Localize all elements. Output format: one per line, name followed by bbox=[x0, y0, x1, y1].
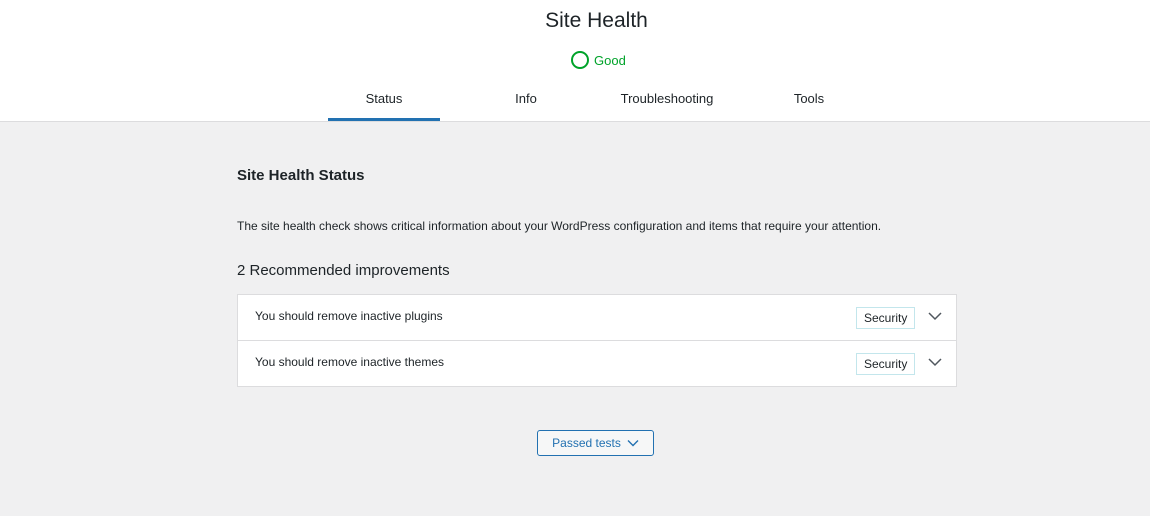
improvements-heading: 2 Recommended improvements bbox=[237, 262, 450, 279]
issue-row-inactive-plugins[interactable]: You should remove inactive plugins Secur… bbox=[238, 295, 956, 341]
tab-status[interactable]: Status bbox=[328, 78, 440, 121]
chevron-down-icon[interactable] bbox=[928, 309, 942, 323]
security-badge: Security bbox=[856, 307, 916, 329]
status-description: The site health check shows critical inf… bbox=[237, 219, 882, 233]
issue-row-inactive-themes[interactable]: You should remove inactive themes Securi… bbox=[238, 341, 956, 386]
security-badge: Security bbox=[856, 353, 916, 375]
passed-tests-button[interactable]: Passed tests bbox=[537, 430, 654, 456]
status-ring-icon bbox=[571, 51, 589, 69]
issue-title: You should remove inactive themes bbox=[255, 355, 444, 369]
chevron-down-icon[interactable] bbox=[928, 355, 942, 369]
section-title-status: Site Health Status bbox=[237, 167, 365, 184]
chevron-down-icon bbox=[627, 440, 639, 447]
page-title: Site Health bbox=[545, 9, 648, 32]
issues-list: You should remove inactive plugins Secur… bbox=[237, 294, 957, 387]
health-status: Good bbox=[571, 51, 626, 69]
site-health-header: Site Health Good Status Info Troubleshoo… bbox=[0, 0, 1150, 122]
tab-tools[interactable]: Tools bbox=[753, 78, 865, 121]
issue-title: You should remove inactive plugins bbox=[255, 309, 443, 323]
passed-tests-label: Passed tests bbox=[552, 436, 621, 450]
tab-troubleshooting[interactable]: Troubleshooting bbox=[611, 78, 723, 121]
status-label: Good bbox=[594, 52, 626, 68]
tab-info[interactable]: Info bbox=[470, 78, 582, 121]
